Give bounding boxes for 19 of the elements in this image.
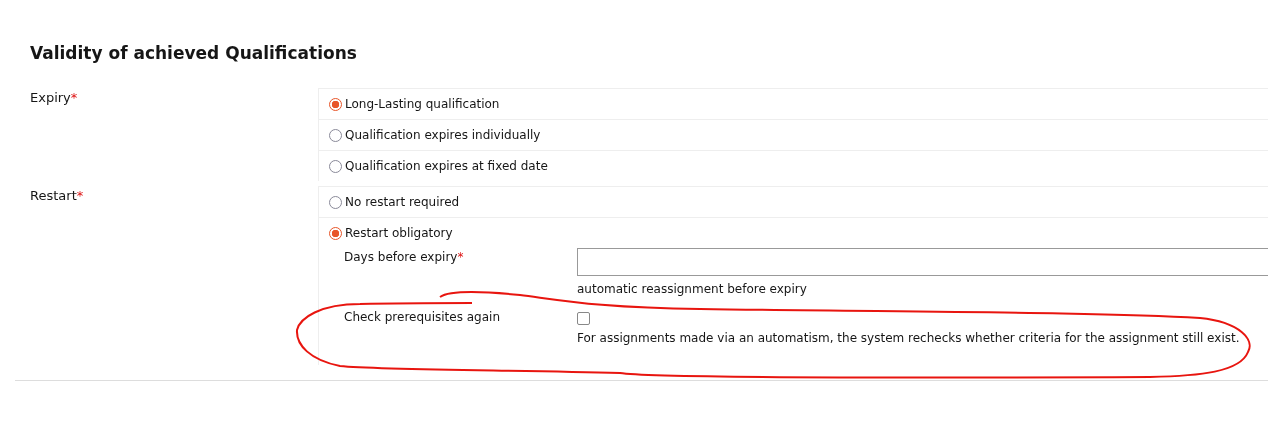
- help-text: automatic reassignment before expiry: [577, 282, 807, 296]
- required-mark: *: [76, 188, 84, 203]
- section-title: Validity of achieved Qualifications: [30, 43, 358, 63]
- required-mark: *: [457, 250, 464, 264]
- help-text: For assignments made via an automatism, the system rechecks whether criteria for the assignment still exist.: [577, 331, 1240, 345]
- field-label: Check prerequisites again: [344, 310, 500, 324]
- option-label[interactable]: Qualification expires individually: [345, 128, 541, 142]
- radio-button[interactable]: [329, 226, 342, 240]
- field-label: Days before expiry: [344, 250, 458, 264]
- option-label[interactable]: Long-Lasting qualification: [345, 97, 500, 111]
- option-label[interactable]: No restart required: [345, 195, 460, 209]
- required-mark: *: [70, 90, 78, 105]
- option-label[interactable]: Qualification expires at fixed date: [345, 159, 548, 173]
- option-label[interactable]: Restart obligatory: [345, 226, 453, 240]
- field-label: Expiry: [30, 90, 71, 105]
- radio-button[interactable]: [329, 97, 342, 111]
- input-field[interactable]: [577, 248, 1268, 276]
- checkbox[interactable]: [577, 312, 590, 325]
- field-label: Restart: [30, 188, 77, 203]
